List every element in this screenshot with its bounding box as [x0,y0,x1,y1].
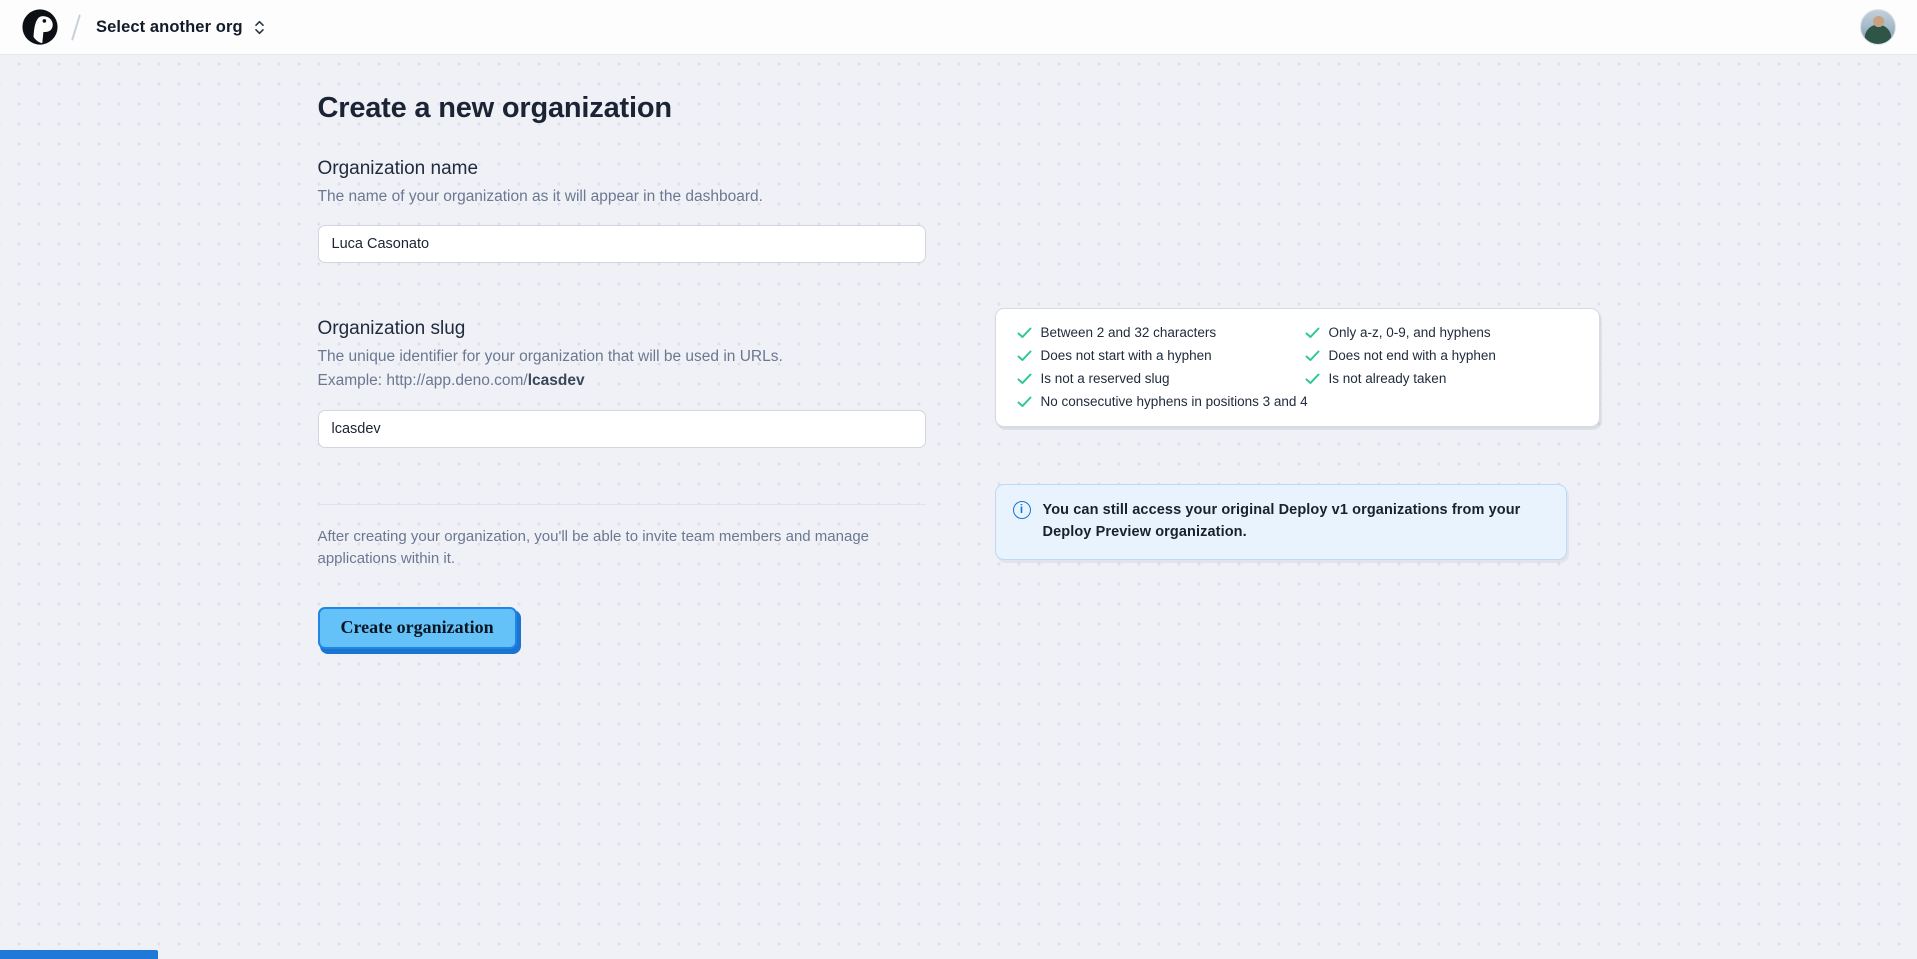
org-switcher-label: Select another org [96,18,243,37]
bottom-progress-bar [0,950,158,959]
breadcrumb-divider [71,14,81,40]
check-icon [1017,396,1032,408]
org-slug-example-prefix: Example: http://app.deno.com/ [318,372,528,389]
topbar: Select another org [0,0,1917,55]
slug-validation-card: Between 2 and 32 characters Only a-z, 0-… [995,308,1600,427]
deploy-v1-info-notice: i You can still access your original Dep… [995,484,1567,560]
check-icon [1017,327,1032,339]
org-name-input[interactable] [318,225,926,263]
page-title: Create a new organization [318,92,926,125]
org-name-description: The name of your organization as it will… [318,186,926,208]
org-slug-input[interactable] [318,410,926,448]
org-slug-section: Organization slug The unique identifier … [318,318,926,447]
user-avatar[interactable] [1860,9,1896,45]
slug-validation-grid: Between 2 and 32 characters Only a-z, 0-… [1017,325,1578,409]
org-name-label: Organization name [318,158,926,180]
create-org-form: Create a new organization Organization n… [318,92,926,649]
check-icon [1017,373,1032,385]
chevron-updown-icon [254,19,265,36]
org-slug-example: Example: http://app.deno.com/lcasdev [318,372,926,390]
info-notice-text: You can still access your original Deplo… [1043,499,1549,544]
info-icon: i [1013,501,1031,519]
validation-rule-label: Does not end with a hyphen [1329,348,1496,363]
org-slug-description: The unique identifier for your organizat… [318,346,926,368]
check-icon [1305,327,1320,339]
section-divider [318,504,926,505]
check-icon [1017,350,1032,362]
sidebar-panels: Between 2 and 32 characters Only a-z, 0-… [995,308,1600,649]
validation-rule: Does not start with a hyphen [1017,348,1305,363]
topbar-left: Select another org [21,8,265,46]
form-footnote: After creating your organization, you'll… [318,526,910,571]
validation-rule-label: Does not start with a hyphen [1041,348,1212,363]
check-icon [1305,350,1320,362]
validation-rule: Is not a reserved slug [1017,371,1305,386]
validation-rule: Only a-z, 0-9, and hyphens [1305,325,1578,340]
check-icon [1305,373,1320,385]
validation-rule-label: Is not already taken [1329,371,1447,386]
validation-rule-label: Between 2 and 32 characters [1041,325,1217,340]
validation-rule: No consecutive hyphens in positions 3 an… [1017,394,1578,409]
org-slug-label: Organization slug [318,318,926,340]
main-content: Create a new organization Organization n… [318,55,1600,649]
validation-rule: Does not end with a hyphen [1305,348,1578,363]
org-switcher-button[interactable]: Select another org [96,18,265,37]
org-slug-example-slug: lcasdev [528,372,585,389]
create-organization-button[interactable]: Create organization [318,607,517,649]
validation-rule: Is not already taken [1305,371,1578,386]
org-name-section: Organization name The name of your organ… [318,158,926,263]
validation-rule: Between 2 and 32 characters [1017,325,1305,340]
validation-rule-label: Is not a reserved slug [1041,371,1170,386]
deno-logo[interactable] [21,8,59,46]
deno-logo-icon [21,8,59,46]
validation-rule-label: No consecutive hyphens in positions 3 an… [1041,394,1308,409]
validation-rule-label: Only a-z, 0-9, and hyphens [1329,325,1491,340]
